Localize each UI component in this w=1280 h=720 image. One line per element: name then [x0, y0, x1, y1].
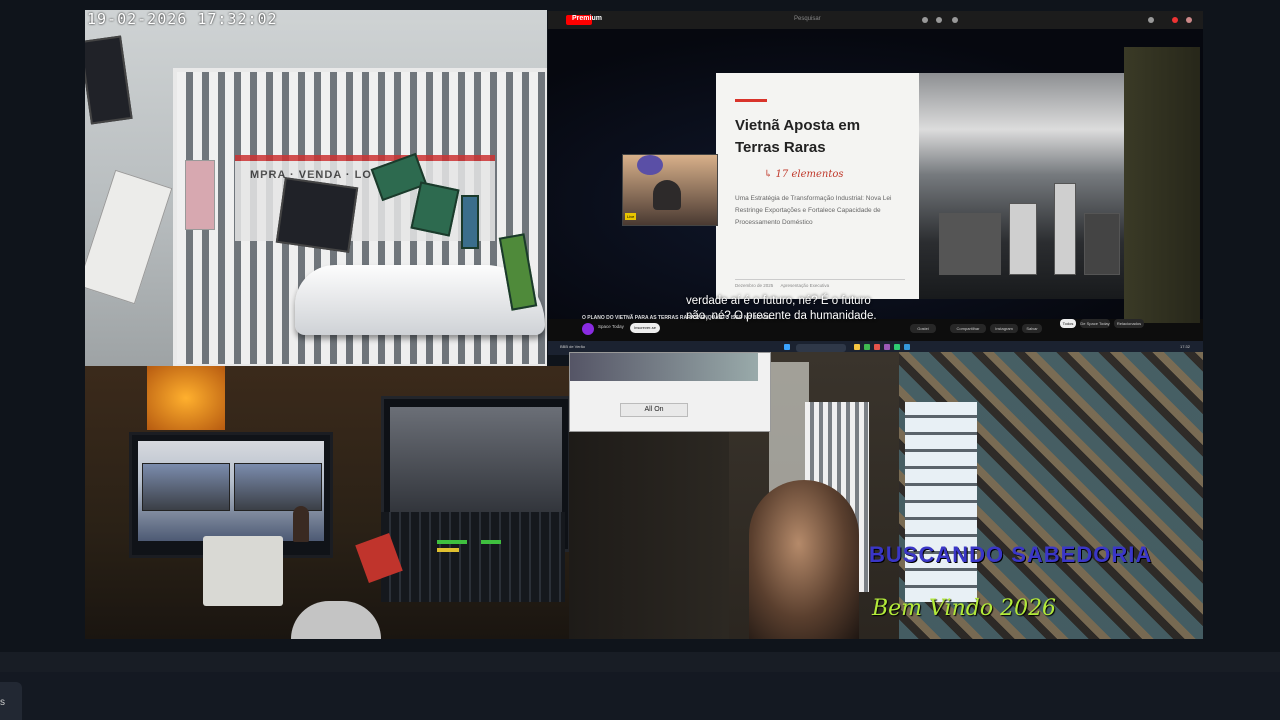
create-icon[interactable] — [1148, 17, 1154, 23]
video-side-strip — [1124, 47, 1200, 323]
plant-structure — [939, 213, 1001, 275]
chrome-icon[interactable] — [864, 344, 870, 350]
microphone-icon[interactable] — [952, 17, 958, 23]
plant-tank — [1054, 183, 1076, 275]
hanging-laptop — [275, 177, 359, 253]
taskbar-weather[interactable]: BBB de Verão — [560, 344, 585, 349]
app-icon[interactable] — [884, 344, 890, 350]
plant-structure — [1084, 213, 1120, 275]
browser-header: Premium Pesquisar — [548, 11, 1203, 29]
slide-footer: Dezembro de 2025 Apresentação Executiva — [735, 279, 905, 288]
keyboard — [203, 536, 283, 606]
app-icon[interactable] — [904, 344, 910, 350]
speaker — [291, 601, 381, 639]
monitor-video — [142, 463, 230, 511]
taskbar-clock: 17:32 — [1180, 344, 1191, 349]
channel-name[interactable]: Space Today — [598, 324, 624, 329]
camera-timestamp: 19-02-2026 17:32:02 — [87, 10, 278, 28]
plant-tank — [1009, 203, 1037, 275]
hanging-panel — [85, 169, 173, 305]
bottom-panel — [0, 672, 1280, 720]
video-title[interactable]: O PLANO DO VIETNÃ PARA AS TERRAS RARAS! … — [582, 315, 776, 321]
chip-channel[interactable]: De Space Today — [1080, 319, 1110, 328]
notifications-icon[interactable] — [1172, 17, 1178, 23]
picture-in-picture-presenter: Live — [622, 154, 718, 226]
chip-all[interactable]: Todos — [1060, 319, 1076, 328]
person-silhouette — [749, 480, 859, 639]
slide-handwriting: ↳ 17 elementos — [764, 169, 844, 180]
webcam-feed: All On BUSCANDO SABEDORIA Bem Vindo 2026 — [569, 352, 1203, 639]
app-icon[interactable] — [874, 344, 880, 350]
slide-title-line2: Terras Raras — [735, 139, 826, 156]
circuit-board — [461, 195, 479, 249]
browser-window: Premium Pesquisar Vietnã Aposta em Terra… — [548, 11, 1203, 355]
industrial-plant-photo — [919, 73, 1124, 299]
hanging-device — [85, 35, 133, 125]
slide-subtitle: Uma Estratégia de Transformação Industri… — [735, 195, 892, 226]
like-button[interactable]: Gostei — [910, 324, 936, 333]
space-badge-icon — [637, 155, 663, 175]
window-grille — [905, 402, 977, 602]
presentation-slide: Vietnã Aposta em Terras Raras ↳ 17 eleme… — [716, 73, 1124, 299]
dialog-window: All On — [569, 352, 771, 432]
start-icon[interactable] — [784, 344, 790, 350]
subscribe-button[interactable]: Inscrever-se — [630, 323, 660, 333]
level-meter — [481, 540, 501, 544]
explorer-icon[interactable] — [854, 344, 860, 350]
overlay-subtitle: Bem Vindo 2026 — [872, 596, 1057, 621]
bookshelf — [569, 432, 729, 639]
all-on-button[interactable]: All On — [620, 403, 688, 417]
level-meter — [437, 540, 467, 544]
search-submit-icon[interactable] — [936, 17, 942, 23]
instagram-button[interactable]: Instagram — [990, 324, 1018, 333]
pip-label: Live — [625, 213, 637, 220]
presenter — [653, 180, 681, 210]
dialog-image — [570, 353, 758, 381]
app-icon[interactable] — [894, 344, 900, 350]
hanging-paper — [185, 160, 215, 230]
bottom-tab-label: s — [0, 697, 5, 708]
save-button[interactable]: Salvar — [1022, 324, 1042, 333]
slide-title: Vietnã Aposta em Terras Raras — [735, 115, 915, 159]
search-icon[interactable] — [922, 17, 928, 23]
slide-text-area: Vietnã Aposta em Terras Raras ↳ 17 eleme… — [716, 73, 919, 299]
taskbar-search[interactable] — [796, 344, 846, 352]
slide-footer-type: Apresentação Executiva — [780, 283, 830, 288]
share-button[interactable]: Compartilhar — [950, 324, 986, 333]
monitor-video — [234, 463, 322, 511]
slide-accent-bar — [735, 99, 767, 102]
youtube-logo-label: Premium — [572, 15, 602, 22]
avatar[interactable] — [1186, 17, 1192, 23]
lamp — [147, 366, 225, 430]
slide-title-line1: Vietnã Aposta em — [735, 117, 861, 134]
figurine — [293, 506, 309, 542]
chip-related[interactable]: Relacionados — [1114, 319, 1144, 328]
video-player[interactable]: Vietnã Aposta em Terras Raras ↳ 17 eleme… — [548, 29, 1203, 323]
level-meter — [437, 548, 459, 552]
audio-mixer — [381, 512, 565, 602]
channel-avatar[interactable] — [582, 323, 594, 335]
desk-camera-feed — [85, 366, 569, 639]
second-monitor-screen — [390, 407, 562, 527]
bottom-toolbar — [0, 652, 1280, 672]
caption-line1: verdade aí é o futuro, né? É o futuro — [686, 295, 871, 307]
slide-footer-date: Dezembro de 2025 — [735, 283, 774, 288]
overlay-title: BUSCANDO SABEDORIA — [869, 542, 1153, 567]
cctv-camera-feed: MPRA · VENDA · LOTEAM 19-02-2026 17:32:0… — [85, 10, 547, 366]
search-input[interactable]: Pesquisar — [794, 16, 821, 22]
